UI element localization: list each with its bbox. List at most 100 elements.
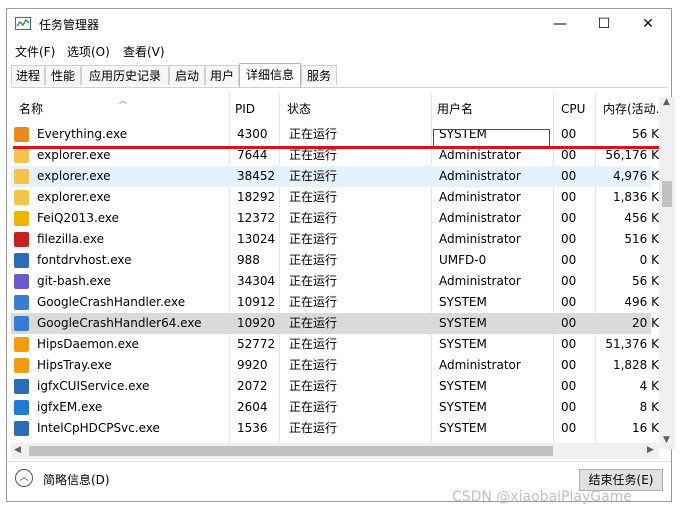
menu-options[interactable]: 选项(O) [67, 43, 110, 60]
cell-cpu: 00 [561, 316, 577, 330]
cell-name: GoogleCrashHandler64.exe [37, 316, 202, 330]
task-manager-window: 任务管理器 — ☐ ✕ 文件(F) 选项(O) 查看(V) 进程 性能 应用历史… [6, 8, 675, 502]
menu-file[interactable]: 文件(F) [15, 43, 55, 60]
cell-name: git-bash.exe [37, 274, 111, 288]
cell-memory: 56 K [632, 127, 659, 141]
cell-user: SYSTEM [439, 379, 487, 393]
cell-user: Administrator [439, 358, 521, 372]
column-header-name[interactable]: 名称 [19, 93, 219, 123]
vertical-scrollbar[interactable]: ▲ ▼ [659, 97, 675, 449]
cell-cpu: 00 [561, 295, 577, 309]
cell-name: FeiQ2013.exe [37, 211, 120, 225]
cell-cpu: 00 [561, 253, 577, 267]
close-button[interactable]: ✕ [625, 9, 671, 39]
git-icon [14, 274, 29, 289]
table-row[interactable]: fontdrvhost.exe 988 正在运行 UMFD-0 00 0 K [11, 250, 659, 271]
cell-status: 正在运行 [289, 400, 338, 414]
cell-pid: 34304 [237, 274, 276, 288]
watermark: CSDN @xiaobaiPlayGame [452, 489, 632, 505]
horizontal-scroll-thumb[interactable] [29, 446, 553, 456]
cell-name: fontdrvhost.exe [37, 253, 132, 267]
cell-name: IntelCpHDCPSvc.exe [37, 421, 160, 435]
tab-users[interactable]: 用户 [205, 65, 239, 85]
table-row[interactable]: igfxCUIService.exe 2072 正在运行 SYSTEM 00 4 K [11, 376, 659, 397]
column-header-username[interactable]: 用户名 [437, 93, 547, 123]
end-task-button[interactable]: 结束任务(E) [579, 469, 663, 491]
tab-app-history[interactable]: 应用历史记录 [81, 65, 169, 85]
cell-user: Administrator [439, 169, 521, 183]
table-row[interactable]: FeiQ2013.exe 12372 正在运行 Administrator 00 456 … [11, 208, 659, 229]
cell-memory: 51,376 K [605, 337, 659, 351]
cell-memory: 8 K [639, 400, 659, 414]
column-header-pid[interactable]: PID [235, 93, 275, 123]
cell-user: Administrator [439, 211, 521, 225]
cell-name: HipsDaemon.exe [37, 337, 139, 351]
tab-processes[interactable]: 进程 [11, 65, 45, 85]
cell-user: Administrator [439, 232, 521, 246]
cell-pid: 2604 [237, 400, 268, 414]
folder-icon [14, 190, 29, 205]
table-row[interactable]: GoogleCrashHandler64.exe 10920 正在运行 SYSTEM 0… [11, 313, 659, 334]
cell-pid: 12372 [237, 211, 276, 225]
cell-memory: 1,828 K [612, 358, 659, 372]
window-title: 任务管理器 [39, 18, 100, 32]
column-header-status[interactable]: 状态 [287, 93, 427, 123]
title-bar[interactable]: 任务管理器 — ☐ ✕ [7, 9, 671, 39]
scroll-right-icon[interactable]: ▶ [647, 445, 654, 455]
maximize-button[interactable]: ☐ [581, 9, 627, 39]
table-row[interactable]: IntelCpHDCPSvc.exe 1536 正在运行 SYSTEM 00 16 K [11, 418, 659, 439]
cell-cpu: 00 [561, 232, 577, 246]
fewer-details-label[interactable]: 简略信息(D) [43, 471, 110, 488]
cell-name: igfxCUIService.exe [37, 379, 150, 393]
minimize-button[interactable]: — [537, 9, 583, 39]
cell-pid: 9920 [237, 358, 268, 372]
tab-services[interactable]: 服务 [301, 65, 337, 85]
cell-status: 正在运行 [289, 337, 338, 351]
table-row[interactable]: git-bash.exe 34304 正在运行 Administrator 00 56 K [11, 271, 659, 292]
tab-details[interactable]: 详细信息 [239, 63, 301, 87]
cell-name: HipsTray.exe [37, 358, 112, 372]
cell-user: Administrator [439, 190, 521, 204]
cell-pid: 52772 [237, 337, 276, 351]
table-row[interactable]: explorer.exe 38452 正在运行 Administrator 00 4,97… [11, 166, 659, 187]
scroll-left-icon[interactable]: ◀ [14, 445, 21, 455]
cell-name: Everything.exe [37, 127, 128, 141]
cell-status: 正在运行 [289, 295, 338, 309]
cell-memory: 0 K [639, 253, 659, 267]
table-row[interactable]: GoogleCrashHandler.exe 10912 正在运行 SYSTEM 00 4… [11, 292, 659, 313]
chevron-up-icon[interactable]: ︿ [15, 469, 33, 487]
cell-cpu: 00 [561, 169, 577, 183]
cell-cpu: 00 [561, 358, 577, 372]
tab-performance[interactable]: 性能 [45, 65, 81, 85]
table-row[interactable]: HipsDaemon.exe 52772 正在运行 SYSTEM 00 51,376 K [11, 334, 659, 355]
cell-status: 正在运行 [289, 127, 338, 141]
cell-status: 正在运行 [289, 274, 338, 288]
cell-cpu: 00 [561, 190, 577, 204]
menu-view[interactable]: 查看(V) [123, 43, 165, 60]
scroll-down-icon[interactable]: ▼ [663, 435, 670, 445]
folder-icon [14, 169, 29, 184]
window-icon [14, 253, 29, 268]
table-row[interactable]: igfxEM.exe 2604 正在运行 SYSTEM 00 8 K [11, 397, 659, 418]
column-header-cpu[interactable]: CPU [561, 93, 591, 123]
google-icon [14, 316, 29, 331]
column-header-memory[interactable]: 内存(活动... [603, 93, 659, 123]
cell-cpu: 00 [561, 379, 577, 393]
cell-status: 正在运行 [289, 232, 338, 246]
table-row[interactable]: Everything.exe 4300 正在运行 SYSTEM 00 56 K [11, 124, 659, 145]
cell-memory: 1,836 K [612, 190, 659, 204]
table-row[interactable]: HipsTray.exe 9920 正在运行 Administrator 00 1,828… [11, 355, 659, 376]
vertical-scroll-thumb[interactable] [662, 181, 672, 207]
highlight-box [433, 129, 550, 147]
tab-startup[interactable]: 启动 [169, 65, 205, 85]
horizontal-scrollbar[interactable]: ◀ ▶ [11, 443, 659, 459]
cell-memory: 456 K [624, 211, 659, 225]
scroll-up-icon[interactable]: ▲ [663, 97, 670, 107]
tab-divider [11, 87, 667, 88]
cell-cpu: 00 [561, 211, 577, 225]
cell-status: 正在运行 [289, 379, 338, 393]
table-row[interactable]: explorer.exe 18292 正在运行 Administrator 00 1,83… [11, 187, 659, 208]
cell-status: 正在运行 [289, 358, 338, 372]
table-row[interactable]: filezilla.exe 13024 正在运行 Administrator 00 516… [11, 229, 659, 250]
cell-pid: 13024 [237, 232, 276, 246]
